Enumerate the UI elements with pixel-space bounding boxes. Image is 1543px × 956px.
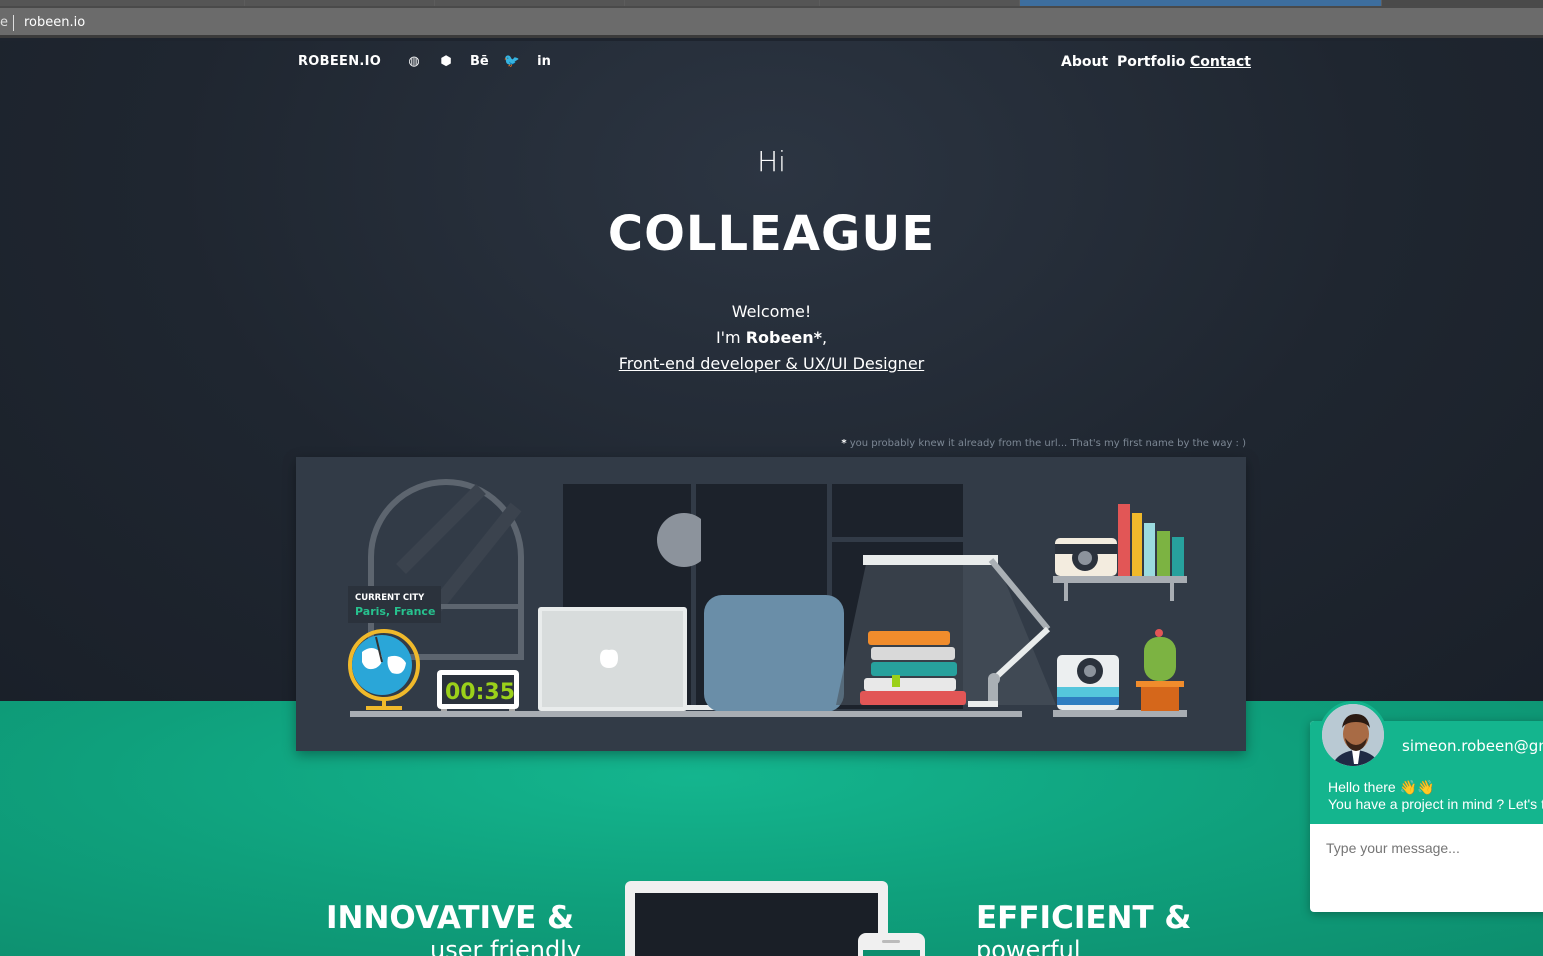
phone-device-illustration xyxy=(858,933,925,956)
workspace-illustration: CURRENT CITY Paris, France 00:35 xyxy=(296,457,1246,751)
intro-prefix: I'm xyxy=(715,328,746,347)
nav-contact[interactable]: Contact xyxy=(1190,54,1251,70)
browser-tab[interactable] xyxy=(0,0,245,6)
address-bar-divider xyxy=(13,15,14,31)
feature-right-subtitle: powerful xyxy=(976,936,1081,956)
city-label: CURRENT CITY xyxy=(355,593,425,603)
phone-screen xyxy=(863,950,920,956)
browser-tab[interactable] xyxy=(245,0,435,6)
linkedin-icon[interactable]: in xyxy=(535,54,553,70)
browser-tab[interactable] xyxy=(820,0,1020,6)
behance-icon[interactable]: Bē xyxy=(470,54,489,70)
chair-illustration xyxy=(704,595,844,712)
phone-speaker xyxy=(882,940,900,943)
browser-tab-strip xyxy=(0,0,1543,8)
chat-message-input[interactable] xyxy=(1326,840,1543,856)
current-city-sign: CURRENT CITY Paris, France xyxy=(348,586,441,623)
feature-left-subtitle: user friendly xyxy=(430,936,582,956)
chat-contact-email: simeon.robeen@gmail.com xyxy=(1402,737,1543,755)
browser-tab[interactable] xyxy=(625,0,820,6)
browser-tab[interactable] xyxy=(435,0,625,6)
chat-message-line: Hello there 👋👋 xyxy=(1328,779,1435,795)
nav-about[interactable]: About xyxy=(1061,54,1108,70)
codepen-icon[interactable]: ⬢ xyxy=(437,54,455,70)
alarm-clock-illustration: 00:35 xyxy=(437,670,519,712)
clock-display: 00:35 xyxy=(445,680,515,705)
hero-title: COLLEAGUE xyxy=(607,206,936,262)
globe-illustration xyxy=(348,629,420,710)
chat-avatar[interactable] xyxy=(1319,701,1387,769)
nav-portfolio[interactable]: Portfolio xyxy=(1117,54,1185,70)
twitter-icon[interactable]: 🐦 xyxy=(503,54,521,70)
site-brand[interactable]: ROBEEN.IO xyxy=(298,54,381,69)
browser-tab-active[interactable] xyxy=(1020,0,1382,6)
desk-surface xyxy=(350,711,1022,717)
hero-greeting: Hi xyxy=(757,145,786,178)
footnote-text: you probably knew it already from the ur… xyxy=(846,438,1246,449)
address-bar-prefix: e xyxy=(0,15,8,30)
feature-right-title: EFFICIENT & xyxy=(976,900,1192,936)
browser-address-bar[interactable]: e robeen.io xyxy=(0,8,1543,38)
hero-footnote: * you probably knew it already from the … xyxy=(841,438,1246,449)
top-shelf-illustration xyxy=(1053,504,1187,601)
laptop-device-illustration xyxy=(625,881,888,956)
address-url[interactable]: robeen.io xyxy=(24,15,85,30)
feature-left-title: INNOVATIVE & xyxy=(326,900,575,936)
chat-message-line: You have a project in mind ? Let's talk! xyxy=(1328,796,1543,812)
github-icon[interactable]: ◍ xyxy=(405,54,423,70)
device-screen xyxy=(635,893,878,956)
hero-welcome: Welcome! xyxy=(731,302,812,321)
bottom-shelf-illustration xyxy=(1053,629,1187,717)
hero-intro-line: I'm Robeen*, xyxy=(0,328,1543,347)
intro-suffix: , xyxy=(821,328,828,347)
intro-name: Robeen* xyxy=(745,328,822,347)
city-name: Paris, France xyxy=(355,605,435,618)
hero-role-link[interactable]: Front-end developer & UX/UI Designer xyxy=(0,354,1543,373)
